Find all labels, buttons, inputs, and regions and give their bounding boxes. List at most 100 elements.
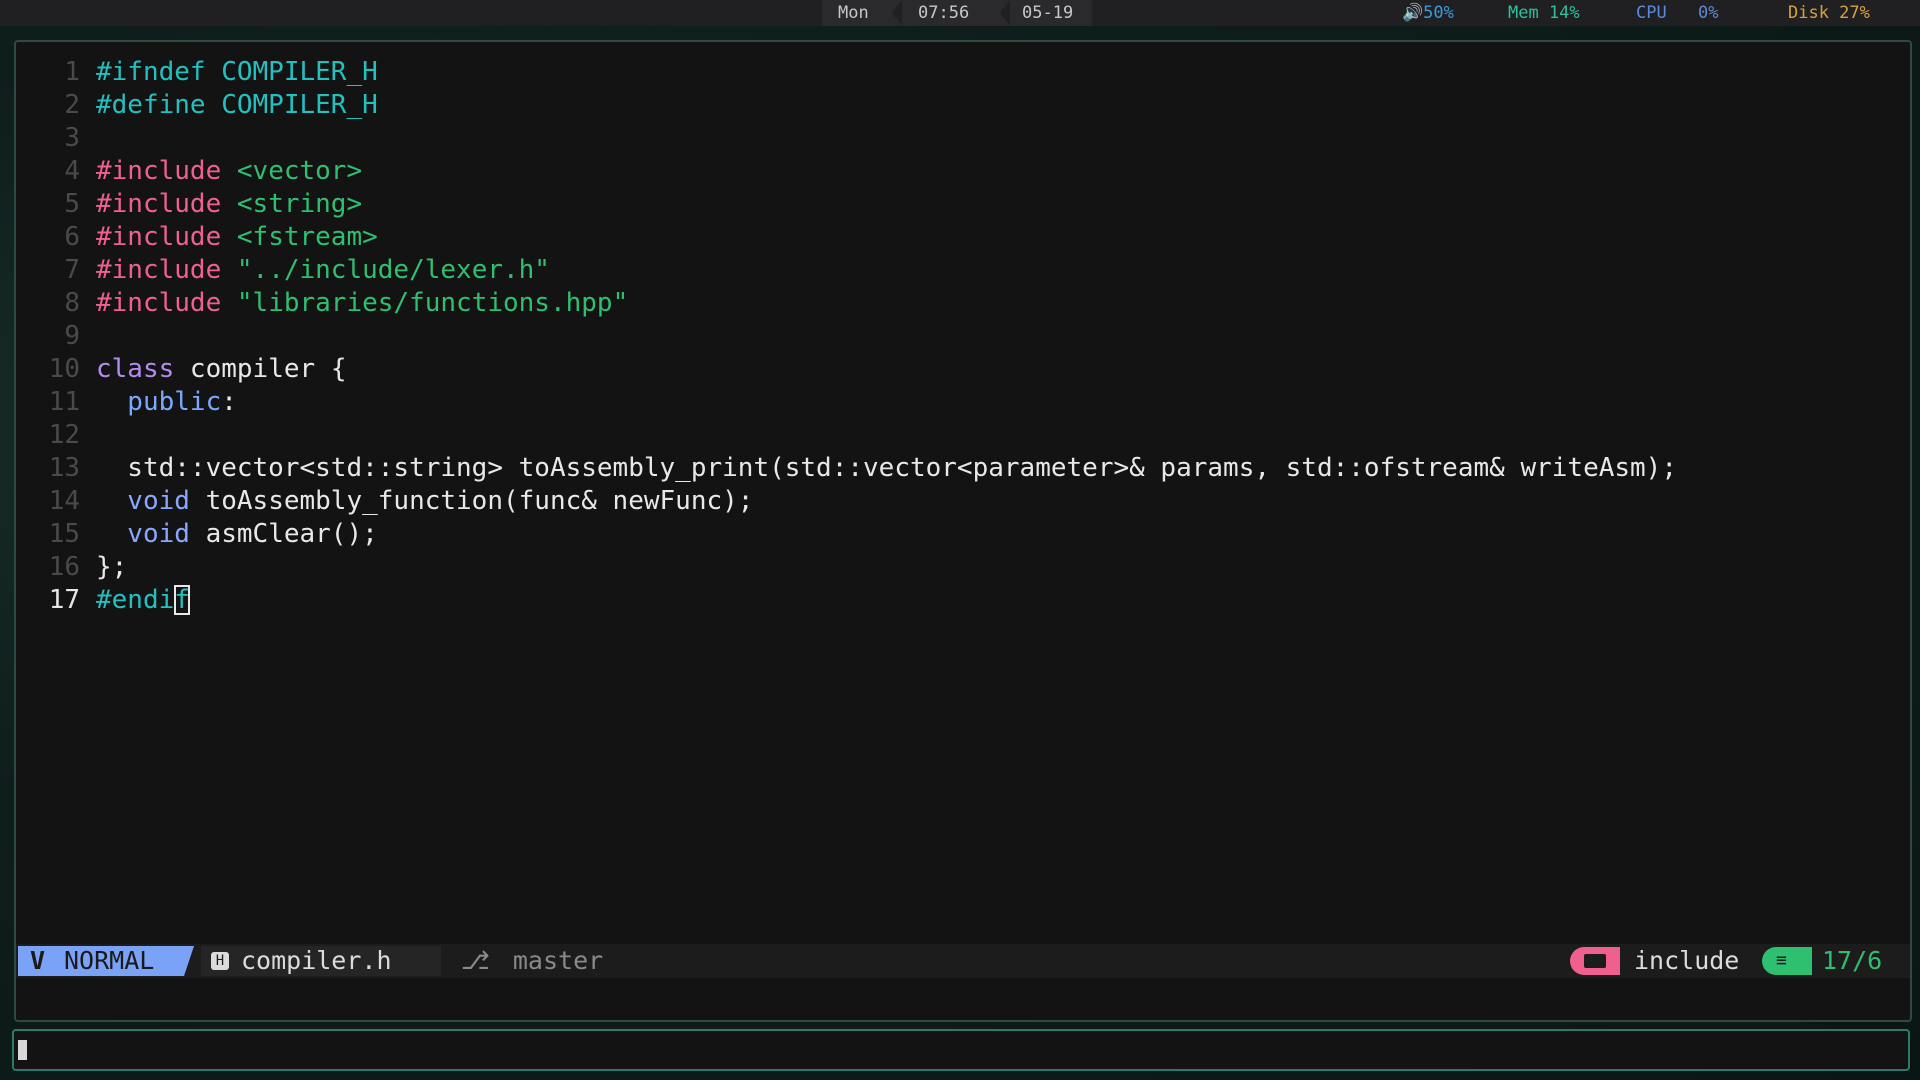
code-rest: asmClear();: [189, 519, 378, 549]
line-text: class compiler {: [96, 353, 346, 386]
statusline: V NORMAL H compiler.h ⎇ master include ≡…: [16, 944, 1910, 978]
separator-chevron: [1000, 0, 1010, 26]
line-number: 12: [48, 420, 80, 450]
code-line[interactable]: 14 void toAssembly_function(func& newFun…: [16, 485, 1910, 518]
code-line[interactable]: 7 #include "../include/lexer.h": [16, 254, 1910, 287]
code-line[interactable]: 9: [16, 320, 1910, 353]
line-text: #include <string>: [96, 188, 362, 221]
line-number: 7: [64, 255, 80, 285]
line-number: 11: [48, 387, 80, 417]
line-number: 4: [64, 156, 80, 186]
line-text: #define COMPILER_H: [96, 90, 378, 120]
code-keyword: #include: [96, 189, 222, 219]
code-keyword: #include: [96, 156, 222, 186]
day-label: Mon: [838, 3, 869, 23]
line-number: 17: [48, 585, 80, 615]
code-editor[interactable]: 1 #ifndef COMPILER_H 2 #define COMPILER_H 3 4…: [16, 56, 1910, 617]
line-text: #endif: [96, 584, 190, 617]
mode-label: NORMAL: [64, 946, 155, 975]
line-text: void asmClear();: [96, 518, 378, 551]
code-line[interactable]: 8 #include "libraries/functions.hpp": [16, 287, 1910, 320]
line-number: 5: [64, 189, 80, 219]
position-badge: ≡: [1762, 947, 1812, 975]
line-text: #include "libraries/functions.hpp": [96, 287, 628, 320]
line-number: 14: [48, 486, 80, 516]
cpu-label: CPU: [1636, 3, 1667, 23]
code-line[interactable]: 17 #endif: [16, 584, 1910, 617]
memory-indicator: Mem 14%: [1508, 3, 1580, 23]
code-line[interactable]: 4 #include <vector>: [16, 155, 1910, 188]
line-text: #ifndef COMPILER_H: [96, 57, 378, 87]
line-number: 13: [48, 453, 80, 483]
line-number: 16: [48, 552, 80, 582]
code-keyword: #endi: [96, 585, 175, 615]
line-number: 6: [64, 222, 80, 252]
code-keyword: public: [96, 387, 222, 417]
line-number: 3: [64, 123, 80, 153]
time-label: 07:56: [918, 3, 970, 23]
code-keyword: void: [96, 486, 190, 516]
directory-label: include: [1634, 946, 1740, 975]
filename-label: compiler.h: [241, 946, 392, 975]
volume-value: 50%: [1423, 3, 1454, 23]
line-text: public:: [96, 386, 237, 419]
code-line[interactable]: 16};: [16, 551, 1910, 584]
line-text: void toAssembly_function(func& newFunc);: [96, 485, 753, 518]
branch-label: master: [512, 946, 604, 975]
code-line[interactable]: 6 #include <fstream>: [16, 221, 1910, 254]
text-cursor: f: [174, 585, 190, 615]
volume-indicator[interactable]: 🔊50%: [1402, 2, 1454, 24]
line-number: 2: [64, 90, 80, 120]
disk-indicator: Disk 27%: [1788, 3, 1870, 23]
top-status-bar: Mon 07:56 05-19 🔊50% Mem 14% CPU 0% Disk…: [0, 0, 1920, 26]
folder-badge: [1570, 947, 1620, 975]
code-keyword: #include: [96, 255, 222, 285]
line-text: #include <fstream>: [96, 221, 378, 254]
header-file-icon: H: [211, 952, 229, 970]
code-line[interactable]: 5 #include <string>: [16, 188, 1910, 221]
cpu-value: 0%: [1698, 3, 1719, 23]
code-line[interactable]: 3: [16, 122, 1910, 155]
line-text: };: [96, 552, 128, 582]
line-text: #include "../include/lexer.h": [96, 254, 550, 287]
code-line[interactable]: 2 #define COMPILER_H: [16, 89, 1910, 122]
code-rest: :: [221, 387, 237, 417]
speaker-icon: 🔊: [1402, 3, 1424, 23]
line-number: 15: [48, 519, 80, 549]
git-branch: ⎇ master: [461, 944, 603, 978]
code-line[interactable]: 10 class compiler {: [16, 353, 1910, 386]
code-line[interactable]: 1 #ifndef COMPILER_H: [16, 56, 1910, 89]
code-line[interactable]: 12: [16, 419, 1910, 452]
lines-icon: ≡: [1776, 950, 1787, 971]
code-rest: toAssembly_function(func& newFunc);: [189, 486, 754, 516]
code-rest: "../include/lexer.h": [221, 255, 550, 285]
command-line[interactable]: [12, 1029, 1910, 1071]
git-branch-icon: ⎇: [461, 946, 490, 975]
code-keyword: #include: [96, 222, 222, 252]
filename-block: H compiler.h: [201, 946, 441, 976]
mode-indicator: V NORMAL: [18, 946, 184, 976]
code-rest: compiler {: [174, 354, 347, 384]
code-rest: <string>: [221, 189, 363, 219]
line-text: #include <vector>: [96, 155, 362, 188]
line-number: 1: [64, 57, 80, 87]
line-number: 8: [64, 288, 80, 318]
line-number: 10: [48, 354, 80, 384]
command-cursor: [18, 1040, 27, 1060]
code-keyword: void: [96, 519, 190, 549]
line-text: std::vector<std::string> toAssembly_prin…: [96, 453, 1677, 483]
code-line[interactable]: 13 std::vector<std::string> toAssembly_p…: [16, 452, 1910, 485]
separator-chevron: [892, 0, 902, 26]
code-rest: <fstream>: [221, 222, 378, 252]
code-keyword: class: [96, 354, 175, 384]
cursor-position: 17/6: [1822, 946, 1883, 975]
code-rest: <vector>: [221, 156, 363, 186]
terminal-window[interactable]: 1 #ifndef COMPILER_H 2 #define COMPILER_H 3 4…: [14, 40, 1912, 1022]
code-line[interactable]: 11 public:: [16, 386, 1910, 419]
code-line[interactable]: 15 void asmClear();: [16, 518, 1910, 551]
date-label: 05-19: [1022, 3, 1074, 23]
code-rest: "libraries/functions.hpp": [221, 288, 629, 318]
folder-icon: [1584, 954, 1606, 968]
vim-icon: V: [30, 946, 46, 975]
line-number: 9: [64, 321, 80, 351]
